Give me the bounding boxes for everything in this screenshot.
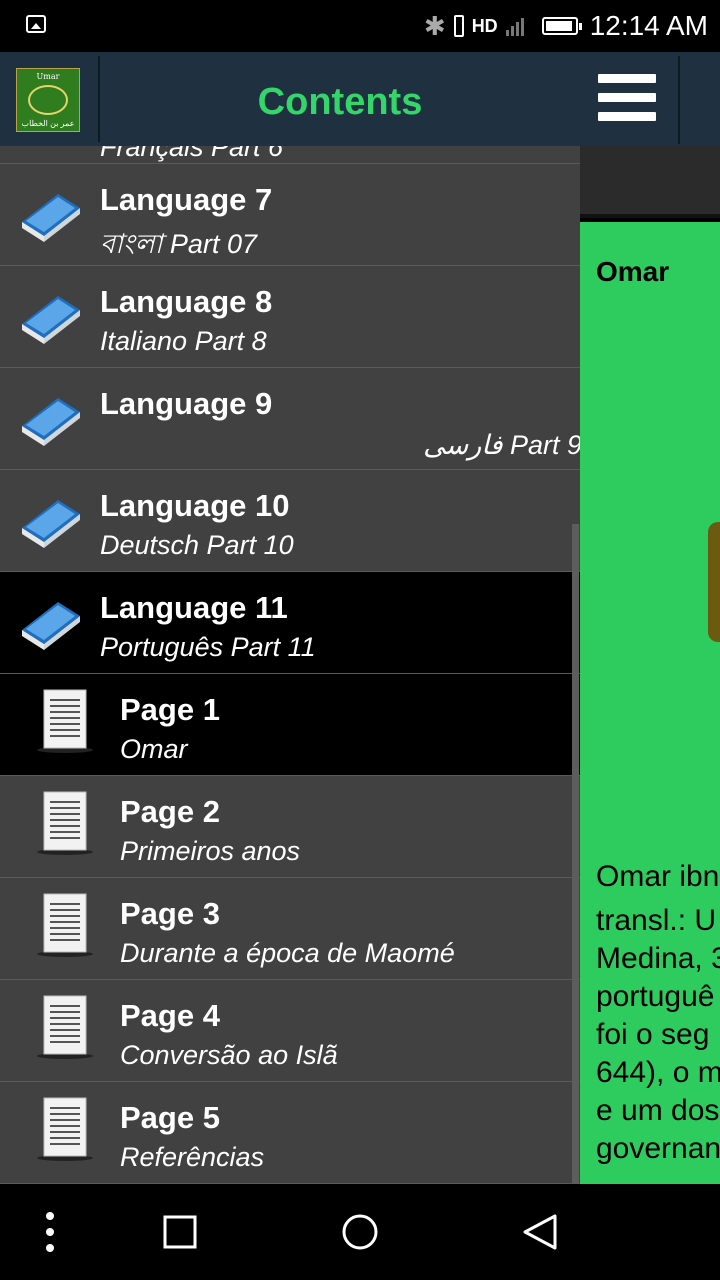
list-item-title: Page 4 <box>120 998 220 1033</box>
list-item-title: Language 7 <box>100 182 273 217</box>
hamburger-menu-icon[interactable] <box>598 74 656 128</box>
list-item-subtitle: Français Part 6 <box>100 146 284 162</box>
recent-apps-button[interactable] <box>130 1184 230 1280</box>
article-text-line: Omar ibn <box>596 860 720 893</box>
circle-icon <box>342 1214 378 1250</box>
document-icon <box>36 994 94 1060</box>
document-icon <box>36 892 94 958</box>
list-item-title: Language 11 <box>100 590 288 625</box>
bluetooth-icon: ✱ <box>423 10 446 41</box>
logo-top-text: Umar <box>36 72 60 81</box>
back-triangle-icon <box>523 1214 557 1250</box>
contents-list[interactable]: Français Part 6 Language 7 বাংলা Part 07 L… <box>0 146 580 1184</box>
square-icon <box>163 1215 197 1249</box>
list-item-subtitle: Conversão ao Islã <box>120 1040 338 1070</box>
home-button[interactable] <box>310 1184 410 1280</box>
article-text-line: 644), o m <box>596 1056 720 1089</box>
list-item[interactable]: Language 10 Deutsch Part 10 <box>0 470 580 572</box>
back-button[interactable] <box>490 1184 590 1280</box>
document-icon <box>36 790 94 856</box>
tab-strip <box>580 146 720 218</box>
signal-icon <box>505 16 524 36</box>
list-item-subtitle: Italiano Part 8 <box>100 326 267 356</box>
list-item-title: Page 1 <box>120 692 220 727</box>
list-item-subtitle: Português Part 11 <box>100 632 316 662</box>
list-item[interactable]: Page 2 Primeiros anos <box>0 776 580 878</box>
article-text-line: portuguê <box>596 980 715 1013</box>
list-item[interactable]: Language 11 Português Part 11 <box>0 572 580 674</box>
article-text-line: foi o seg <box>596 1018 710 1051</box>
list-item[interactable]: Language 8 Italiano Part 8 <box>0 266 580 368</box>
list-item-subtitle: Omar <box>120 734 188 764</box>
list-item-subtitle: বাংলা Part 07 <box>100 229 257 259</box>
network-type: HD <box>471 15 498 36</box>
list-item-title: Language 8 <box>100 284 273 319</box>
article-text: Omar ibn transl.: U Medina, 3 portuguê foi o… <box>596 858 720 1168</box>
list-item-subtitle: Durante a época de Maomé <box>120 938 455 968</box>
battery-icon <box>541 17 582 35</box>
list-item-partial[interactable]: Français Part 6 <box>0 146 580 164</box>
book-icon <box>18 390 82 446</box>
drawer-title: Contents <box>257 81 423 123</box>
book-icon <box>18 186 82 242</box>
list-item-subtitle: Deutsch Part 10 <box>100 530 294 560</box>
logo-bottom-text: عمر بن الخطاب <box>21 119 75 128</box>
list-item-title: Page 5 <box>120 1100 220 1135</box>
document-icon <box>36 1096 94 1162</box>
list-item[interactable]: Page 4 Conversão ao Islã <box>0 980 580 1082</box>
article-panel: Omar Omar ibn transl.: U Medina, 3 portuguê… <box>580 222 720 1184</box>
scrollbar[interactable] <box>572 524 579 1184</box>
app-logo: Umar عمر بن الخطاب <box>16 68 80 132</box>
navigation-drawer[interactable]: Umar عمر بن الخطاب Contents Français Par… <box>0 52 580 1184</box>
book-icon <box>18 288 82 344</box>
drawer-header: Umar عمر بن الخطاب Contents <box>0 52 580 146</box>
list-item[interactable]: Page 3 Durante a época de Maomé <box>0 878 580 980</box>
image-notification-icon <box>26 15 46 33</box>
more-vert-icon <box>46 1212 54 1252</box>
system-nav-bar <box>0 1184 720 1280</box>
more-options-button[interactable] <box>0 1184 100 1280</box>
article-text-line: governan <box>596 1132 720 1165</box>
document-icon <box>36 688 94 754</box>
article-title: Omar <box>596 256 670 287</box>
book-icon <box>18 594 82 650</box>
list-item[interactable]: Language 7 বাংলা Part 07 <box>0 164 580 266</box>
article-text-line: transl.: U <box>596 904 717 937</box>
logo-emblem-icon <box>28 85 68 115</box>
book-icon <box>18 492 82 548</box>
list-item-subtitle: فارسی Part 9 <box>423 430 580 460</box>
list-item-subtitle: Primeiros anos <box>120 836 301 866</box>
list-item[interactable]: Page 5 Referências <box>0 1082 580 1184</box>
list-item-subtitle: Referências <box>120 1142 265 1172</box>
list-item-title: Page 2 <box>120 794 220 829</box>
status-icons: ✱ HD 12:14 AM <box>424 8 708 44</box>
vibrate-icon <box>453 15 464 37</box>
list-item-title: Page 3 <box>120 896 220 931</box>
list-item[interactable]: Language 9 فارسی Part 9 <box>0 368 580 470</box>
article-text-line: Medina, 3 <box>596 942 720 975</box>
list-item-title: Language 10 <box>100 488 290 523</box>
article-image <box>708 522 720 642</box>
list-item-title: Language 9 <box>100 386 273 421</box>
list-item[interactable]: Page 1 Omar <box>0 674 580 776</box>
app-bar-divider <box>678 56 680 144</box>
clock: 12:14 AM <box>589 10 708 41</box>
status-bar: ✱ HD 12:14 AM <box>0 0 720 52</box>
article-text-line: e um dos <box>596 1094 720 1127</box>
